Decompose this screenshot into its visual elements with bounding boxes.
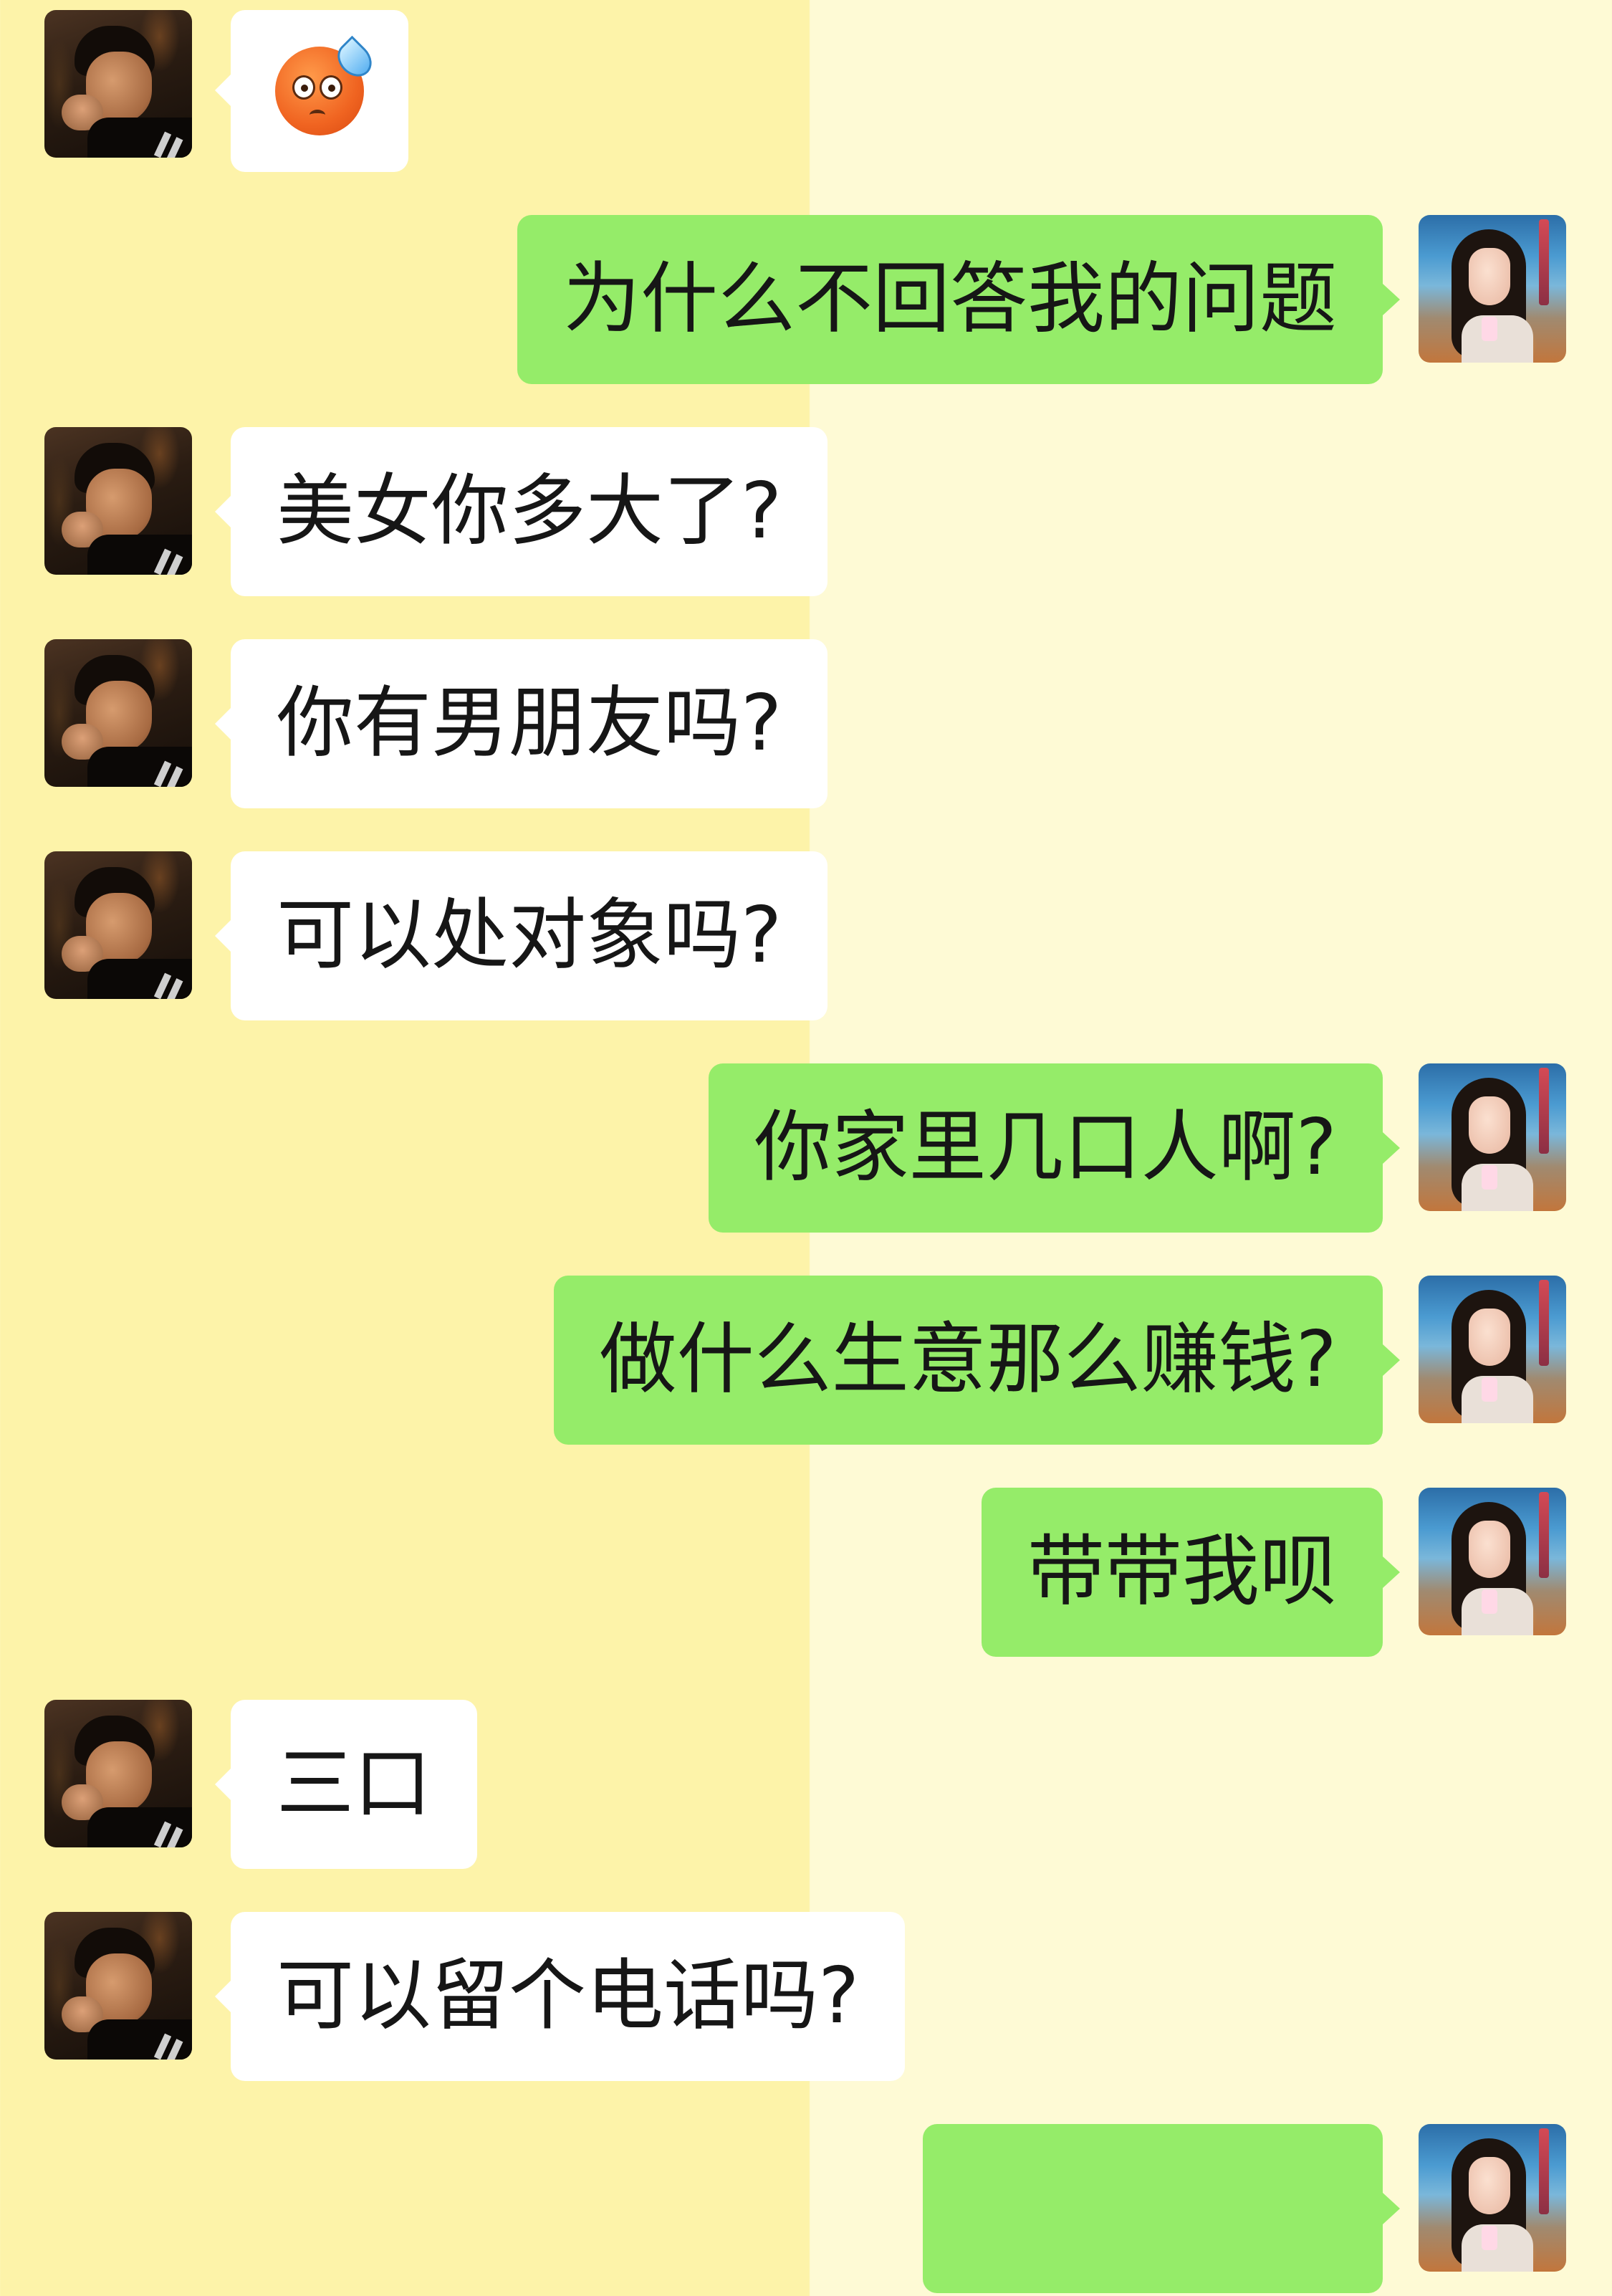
- message-bubble-self[interactable]: 带带我呗: [981, 1488, 1401, 1657]
- message-row: 你有男朋友吗?: [0, 639, 1612, 811]
- contact-avatar[interactable]: [44, 427, 192, 575]
- contact-avatar[interactable]: [44, 851, 192, 999]
- message-bubble-self[interactable]: 做什么生意那么赚钱?: [553, 1276, 1401, 1445]
- message-text: 美女你多大了?: [277, 467, 782, 556]
- message-row: [0, 2124, 1612, 2296]
- message-bubble-contact[interactable]: 三口: [214, 1700, 478, 1869]
- message-text: 带带我呗: [1027, 1527, 1337, 1617]
- message-row: [0, 10, 1612, 182]
- message-row: 可以留个电话吗?: [0, 1912, 1612, 2084]
- self-avatar[interactable]: [1419, 1276, 1566, 1423]
- message-row: 三口: [0, 1700, 1612, 1872]
- contact-avatar[interactable]: [44, 10, 192, 158]
- message-row: 美女你多大了?: [0, 427, 1612, 599]
- message-row: 你家里几口人啊?: [0, 1063, 1612, 1235]
- self-avatar[interactable]: [1419, 1488, 1566, 1635]
- self-avatar[interactable]: [1419, 2124, 1566, 2272]
- message-bubble-self[interactable]: 你家里几口人啊?: [708, 1063, 1401, 1233]
- message-bubble-contact[interactable]: 你有男朋友吗?: [214, 639, 828, 808]
- self-avatar[interactable]: [1419, 1063, 1566, 1211]
- message-text: 为什么不回答我的问题: [562, 254, 1337, 344]
- message-row: 做什么生意那么赚钱?: [0, 1276, 1612, 1448]
- message-row: 带带我呗: [0, 1488, 1612, 1660]
- message-text: 你家里几口人啊?: [754, 1103, 1337, 1192]
- message-bubble-self[interactable]: [923, 2124, 1400, 2293]
- message-text: 三口: [277, 1739, 432, 1829]
- self-avatar[interactable]: [1419, 215, 1566, 363]
- message-bubble-contact[interactable]: 美女你多大了?: [214, 427, 828, 596]
- message-text: 可以处对象吗?: [277, 891, 782, 980]
- message-bubble-emoji[interactable]: [215, 10, 408, 172]
- message-bubble-self[interactable]: 为什么不回答我的问题: [517, 215, 1401, 384]
- message-bubble-contact[interactable]: 可以处对象吗?: [214, 851, 828, 1020]
- message-bubble-contact[interactable]: 可以留个电话吗?: [214, 1912, 906, 2081]
- message-row: 为什么不回答我的问题: [0, 215, 1612, 387]
- contact-avatar[interactable]: [44, 639, 192, 787]
- message-row: 可以处对象吗?: [0, 851, 1612, 1023]
- message-text: 可以留个电话吗?: [277, 1951, 860, 2041]
- contact-avatar[interactable]: [44, 1912, 192, 2060]
- anxious-sweat-emoji-icon: [275, 35, 379, 135]
- contact-avatar[interactable]: [44, 1700, 192, 1847]
- message-text: 你有男朋友吗?: [277, 679, 782, 768]
- message-text: 做什么生意那么赚钱?: [599, 1315, 1337, 1405]
